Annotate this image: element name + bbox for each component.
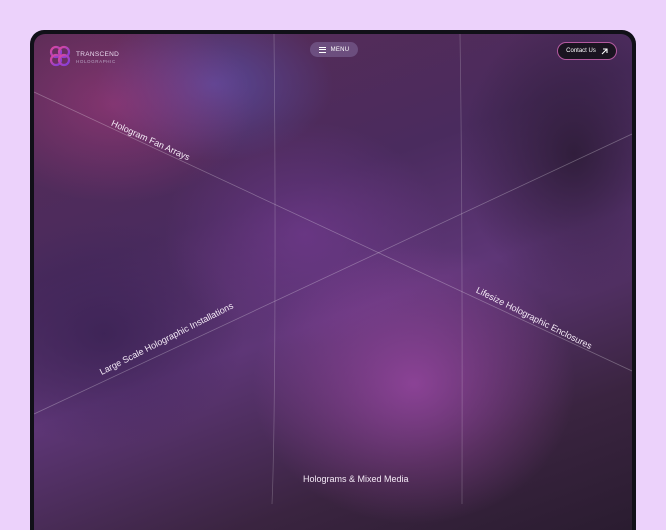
brand-logo[interactable]: TRANSCEND HOLOGRAPHIC <box>48 44 119 72</box>
arrow-up-right-icon <box>601 47 608 55</box>
vertical-line-left <box>271 34 276 504</box>
brand-name: TRANSCEND <box>76 51 120 58</box>
brand-subtitle: HOLOGRAPHIC <box>76 58 116 64</box>
hero-screen: TRANSCEND HOLOGRAPHIC MENU Contact Us Ho… <box>34 34 632 530</box>
category-link-mixed-media[interactable]: Holograms & Mixed Media <box>303 474 409 484</box>
hamburger-icon <box>318 46 326 53</box>
menu-button[interactable]: MENU <box>310 42 358 57</box>
clover-logo-icon <box>48 44 72 72</box>
vertical-line-right <box>459 34 463 504</box>
diagonal-line-ascending <box>34 133 632 415</box>
contact-us-button[interactable]: Contact Us <box>557 42 617 60</box>
contact-us-label: Contact Us <box>566 48 596 54</box>
section-divider-lines <box>34 34 632 504</box>
menu-label: MENU <box>330 46 350 53</box>
device-frame: TRANSCEND HOLOGRAPHIC MENU Contact Us Ho… <box>30 30 636 530</box>
